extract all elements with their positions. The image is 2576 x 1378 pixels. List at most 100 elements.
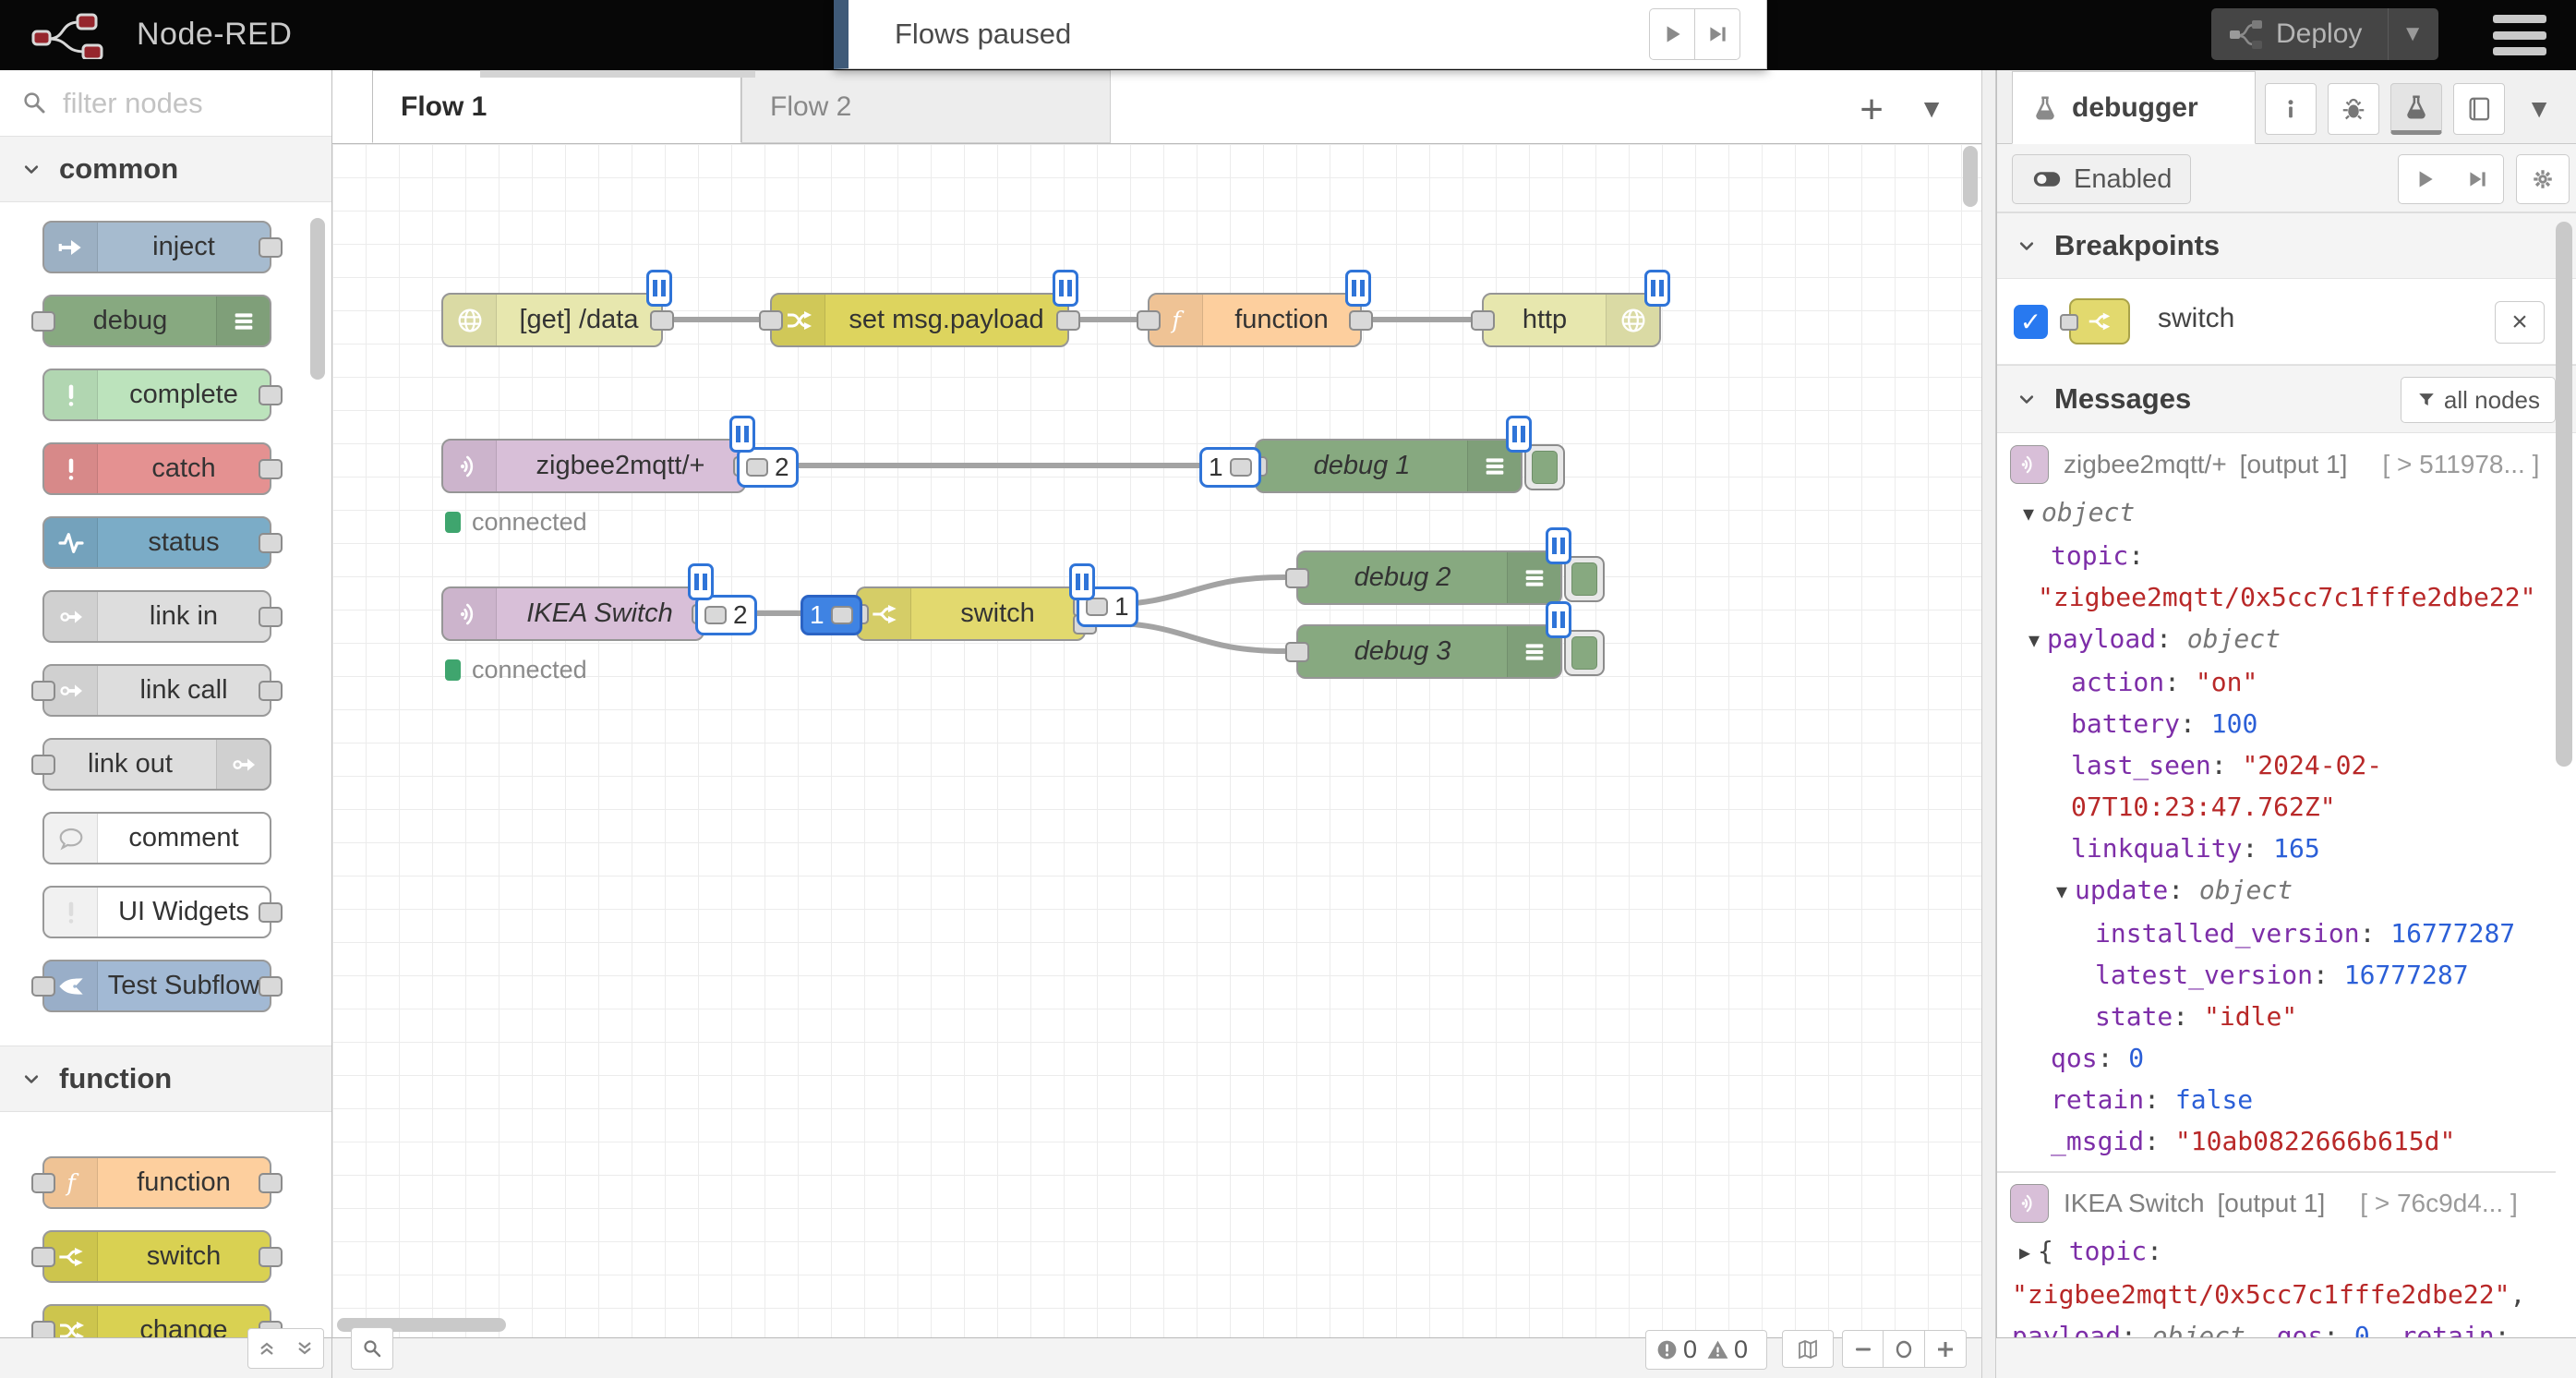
expand-caret-icon[interactable]: ▾	[2023, 502, 2034, 526]
pause-badge-icon[interactable]	[1345, 270, 1371, 307]
pause-badge-icon[interactable]	[1069, 563, 1095, 600]
node-port-in[interactable]	[1471, 310, 1495, 331]
node-port-out[interactable]	[259, 902, 283, 923]
flow-node-set-msg-payload[interactable]: set msg.payload	[770, 293, 1069, 347]
pause-badge-icon[interactable]	[1546, 601, 1571, 638]
debug-enable-toggle[interactable]	[1564, 630, 1605, 676]
messages-section-header[interactable]: Messages all nodes	[1997, 365, 2576, 433]
palette-node-change[interactable]: change	[42, 1304, 271, 1337]
palette-node-switch[interactable]: switch	[42, 1230, 271, 1283]
flow-node-ikea-switch[interactable]: IKEA Switch2connected	[441, 586, 704, 641]
tab-scrollbar[interactable]	[480, 70, 755, 78]
node-port-in[interactable]	[31, 755, 55, 775]
resume-flows-button[interactable]	[1649, 8, 1694, 60]
pause-badge-icon[interactable]	[1506, 416, 1532, 453]
palette-node-function[interactable]: ffunction	[42, 1156, 271, 1209]
pause-badge-icon[interactable]	[1546, 527, 1571, 564]
node-port-out[interactable]	[1056, 310, 1080, 331]
output-message-count-badge[interactable]: 2	[695, 595, 757, 635]
expand-caret-icon[interactable]: ▾	[2056, 879, 2067, 904]
expand-categories-button[interactable]	[285, 1328, 324, 1369]
main-menu-button[interactable]	[2493, 15, 2546, 55]
add-flow-button[interactable]: +	[1860, 87, 1884, 133]
deploy-options-caret-icon[interactable]: ▼	[2388, 8, 2438, 60]
zoom-out-button[interactable]	[1842, 1330, 1884, 1368]
palette-node-link-call[interactable]: link call	[42, 664, 271, 717]
canvas-vscrollbar[interactable]	[1963, 146, 1978, 207]
pause-badge-icon[interactable]	[688, 563, 714, 600]
expand-caret-icon[interactable]: ▾	[2028, 628, 2040, 653]
step-message-button[interactable]	[1694, 8, 1740, 60]
node-port-out[interactable]	[650, 310, 674, 331]
flow-node-debug-3[interactable]: debug 3	[1296, 624, 1562, 679]
palette-node-link-out[interactable]: link out	[42, 738, 271, 791]
node-port-in[interactable]	[759, 310, 783, 331]
node-port-out[interactable]	[259, 1247, 283, 1267]
palette-node-debug[interactable]: debug	[42, 295, 271, 347]
debug-enable-toggle[interactable]	[1564, 556, 1605, 602]
debugger-play-button[interactable]	[2398, 154, 2451, 204]
breakpoint-checkbox[interactable]: ✓	[2014, 305, 2048, 339]
tab-flow-2[interactable]: Flow 2	[741, 70, 1111, 143]
node-port-in[interactable]	[1285, 642, 1309, 662]
node-port-out[interactable]	[259, 607, 283, 627]
palette-node-inject[interactable]: inject	[42, 221, 271, 273]
debug-message-id[interactable]: [ > 511978... ]	[2382, 450, 2539, 479]
expand-caret-icon[interactable]: ▸	[2019, 1240, 2030, 1265]
zoom-in-button[interactable]	[1925, 1330, 1967, 1368]
sidebar-tabs-caret-icon[interactable]: ▼	[2526, 94, 2552, 124]
node-port-in[interactable]	[1285, 568, 1309, 588]
deploy-button[interactable]: Deploy ▼	[2211, 8, 2438, 60]
tab-flow-1[interactable]: Flow 1	[372, 70, 741, 143]
node-port-out[interactable]	[1349, 310, 1373, 331]
node-port-in[interactable]	[31, 681, 55, 701]
node-port-in[interactable]	[31, 1173, 55, 1193]
sidebar-scrollbar[interactable]	[2556, 222, 2572, 767]
sidebar-splitter[interactable]	[1981, 70, 1996, 1378]
node-port-out[interactable]	[259, 237, 283, 258]
input-message-count-badge[interactable]: 1	[1199, 447, 1261, 488]
notices-counter[interactable]: 0 0	[1645, 1330, 1767, 1370]
tab-debug-messages-button[interactable]	[2328, 83, 2379, 135]
flow-node-switch[interactable]: switch11	[856, 586, 1086, 641]
flow-node-http[interactable]: http	[1482, 293, 1661, 347]
tab-info-button[interactable]	[2265, 83, 2317, 135]
input-message-count-badge[interactable]: 1	[800, 595, 862, 635]
pause-badge-icon[interactable]	[646, 270, 672, 307]
tab-debugger[interactable]: debugger	[2012, 71, 2256, 144]
palette-node-catch[interactable]: catch	[42, 442, 271, 495]
search-flows-button[interactable]	[351, 1327, 393, 1370]
output-message-count-badge[interactable]: 2	[737, 447, 799, 488]
tab-debugger-flask-button[interactable]	[2390, 83, 2442, 135]
debugger-enabled-toggle[interactable]: Enabled	[2012, 154, 2191, 204]
node-port-in[interactable]	[1137, 310, 1161, 331]
flow-node-debug-2[interactable]: debug 2	[1296, 550, 1562, 605]
palette-category-function[interactable]: function	[0, 1046, 331, 1112]
pause-badge-icon[interactable]	[1644, 270, 1670, 307]
node-port-out[interactable]	[259, 533, 283, 553]
palette-node-test-subflow[interactable]: Test Subflow	[42, 960, 271, 1012]
node-port-in[interactable]	[31, 976, 55, 997]
node-port-out[interactable]	[259, 1173, 283, 1193]
pause-badge-icon[interactable]	[729, 416, 755, 453]
breakpoints-section-header[interactable]: Breakpoints	[1997, 212, 2576, 279]
palette-scrollbar[interactable]	[310, 218, 325, 380]
flow-node-zigbee2mqtt[interactable]: zigbee2mqtt/+2connected	[441, 439, 746, 493]
filter-nodes-input[interactable]	[61, 81, 314, 126]
debug-enable-toggle[interactable]	[1524, 444, 1565, 490]
node-port-out[interactable]	[259, 385, 283, 405]
flow-node-get-data[interactable]: [get] /data	[441, 293, 663, 347]
zoom-reset-button[interactable]	[1884, 1330, 1925, 1368]
node-port-out[interactable]	[259, 976, 283, 997]
flow-list-caret-icon[interactable]: ▼	[1919, 94, 1944, 124]
node-port-in[interactable]	[31, 311, 55, 332]
breakpoint-delete-button[interactable]: ×	[2495, 301, 2545, 344]
palette-node-ui-widgets[interactable]: UI Widgets	[42, 886, 271, 938]
palette-node-comment[interactable]: comment	[42, 812, 271, 864]
message-filter-button[interactable]: all nodes	[2401, 377, 2556, 423]
debugger-settings-button[interactable]	[2516, 154, 2570, 204]
palette-node-status[interactable]: status	[42, 516, 271, 569]
flow-canvas[interactable]: [get] /dataset msg.payloadffunctionhttpz…	[332, 144, 1981, 1337]
navigator-button[interactable]	[1782, 1330, 1834, 1368]
node-port-out[interactable]	[259, 459, 283, 479]
